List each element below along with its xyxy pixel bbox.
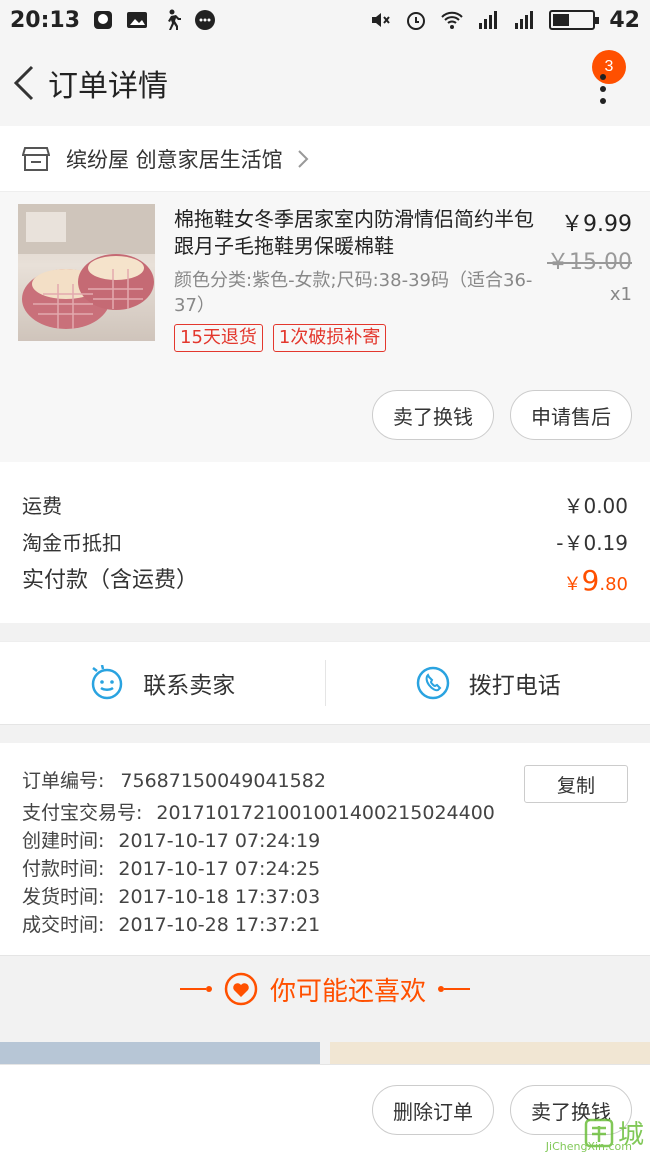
shipping-label: 运费 bbox=[22, 494, 62, 518]
qq-icon bbox=[94, 11, 113, 29]
product-image[interactable] bbox=[18, 204, 155, 341]
bottom-action-bar: 删除订单 卖了换钱 城 JiChengXin.com bbox=[0, 1064, 650, 1155]
call-phone-label: 拨打电话 bbox=[468, 673, 561, 699]
walking-icon bbox=[168, 9, 182, 30]
mute-icon bbox=[372, 13, 391, 27]
product-quantity: x1 bbox=[609, 284, 632, 305]
phone-icon bbox=[416, 666, 449, 700]
product-price: ￥9.99 bbox=[561, 212, 632, 237]
page-title: 订单详情 bbox=[48, 69, 168, 104]
sell-button[interactable]: 卖了换钱 bbox=[372, 390, 494, 440]
store-header[interactable]: 缤纷屋 创意家居生活馆 bbox=[0, 126, 650, 192]
store-name: 缤纷屋 创意家居生活馆 bbox=[66, 147, 283, 172]
battery-level: 42 bbox=[609, 7, 640, 33]
status-bar: 20:13 42 bbox=[0, 0, 650, 40]
watermark-url: JiChengXin.com bbox=[545, 1140, 632, 1153]
alipay-no: 2017101721001001400215024400 bbox=[156, 802, 495, 824]
created-time: 2017-10-17 07:24:19 bbox=[118, 830, 321, 852]
recommend-line-right bbox=[438, 986, 470, 992]
order-no[interactable]: 75687150049041582 bbox=[120, 770, 326, 792]
contact-seller-button[interactable]: 联系卖家 bbox=[0, 642, 325, 724]
product-item[interactable]: 棉拖鞋女冬季居家室内防滑情侣简约半包跟月子毛拖鞋男保暖棉鞋 颜色分类:紫色-女款… bbox=[0, 192, 650, 462]
product-title: 棉拖鞋女冬季居家室内防滑情侣简约半包跟月子毛拖鞋男保暖棉鞋 bbox=[174, 207, 534, 258]
product-sku: 颜色分类:紫色-女款;尺码:38-39码（适合36-37） bbox=[174, 270, 533, 316]
watermark: 城 JiChengXin.com bbox=[546, 1114, 644, 1153]
delete-order-button[interactable]: 删除订单 bbox=[372, 1085, 494, 1135]
contact-bar: 联系卖家 拨打电话 bbox=[0, 641, 650, 725]
order-info: 订单编号: 75687150049041582 支付宝交易号: 2017101721… bbox=[0, 743, 650, 956]
order-no-label: 订单编号: bbox=[22, 770, 105, 792]
recommend-title: 你可能还喜欢 bbox=[269, 976, 426, 1007]
total-label: 实付款（含运费） bbox=[22, 568, 199, 593]
wifi-icon bbox=[441, 11, 464, 29]
shipping-value: ￥0.00 bbox=[563, 494, 628, 518]
alarm-icon bbox=[407, 12, 426, 30]
gallery-icon bbox=[127, 12, 148, 28]
paid-time: 2017-10-17 07:24:25 bbox=[118, 858, 321, 880]
store-icon bbox=[22, 146, 50, 171]
copy-button[interactable]: 复制 bbox=[524, 765, 628, 803]
recommend-header: 你可能还喜欢 bbox=[0, 956, 650, 1022]
price-summary: 运费 ￥0.00 淘金币抵扣 -￥0.19 实付款（含运费） ￥9.80 bbox=[0, 462, 650, 623]
paid-label: 付款时间: bbox=[22, 858, 105, 880]
chevron-right-icon bbox=[297, 149, 309, 168]
recommend-line-left bbox=[179, 986, 212, 992]
tag-return: 15天退货 bbox=[174, 324, 263, 352]
coin-label: 淘金币抵扣 bbox=[22, 531, 122, 555]
contact-seller-label: 联系卖家 bbox=[143, 673, 236, 699]
battery-icon bbox=[549, 10, 600, 30]
done-label: 成交时间: bbox=[22, 914, 105, 936]
created-label: 创建时间: bbox=[22, 830, 105, 852]
product-original-price: ￥15.00 bbox=[547, 250, 632, 275]
done-time: 2017-10-28 17:37:21 bbox=[118, 914, 321, 936]
back-icon[interactable] bbox=[4, 53, 44, 113]
shipped-label: 发货时间: bbox=[22, 886, 105, 908]
more-menu-button[interactable]: 3 bbox=[584, 50, 626, 110]
notification-badge: 3 bbox=[592, 50, 626, 84]
signal-4g-icon bbox=[515, 11, 534, 29]
nav-bar: 订单详情 3 bbox=[0, 40, 650, 126]
total-value: ￥9.80 bbox=[563, 564, 628, 597]
alipay-no-label: 支付宝交易号: bbox=[22, 802, 143, 824]
status-time: 20:13 bbox=[10, 7, 81, 33]
heart-icon bbox=[224, 972, 258, 1006]
coin-value: -￥0.19 bbox=[556, 531, 628, 555]
chat-icon bbox=[195, 10, 216, 30]
tag-damage: 1次破损补寄 bbox=[272, 324, 387, 352]
call-phone-button[interactable]: 拨打电话 bbox=[326, 642, 650, 724]
shipped-time: 2017-10-18 17:37:03 bbox=[118, 886, 321, 908]
signal-icon bbox=[479, 11, 498, 29]
chat-smile-icon bbox=[92, 665, 123, 700]
more-icon bbox=[600, 74, 606, 110]
after-sale-button[interactable]: 申请售后 bbox=[510, 390, 632, 440]
